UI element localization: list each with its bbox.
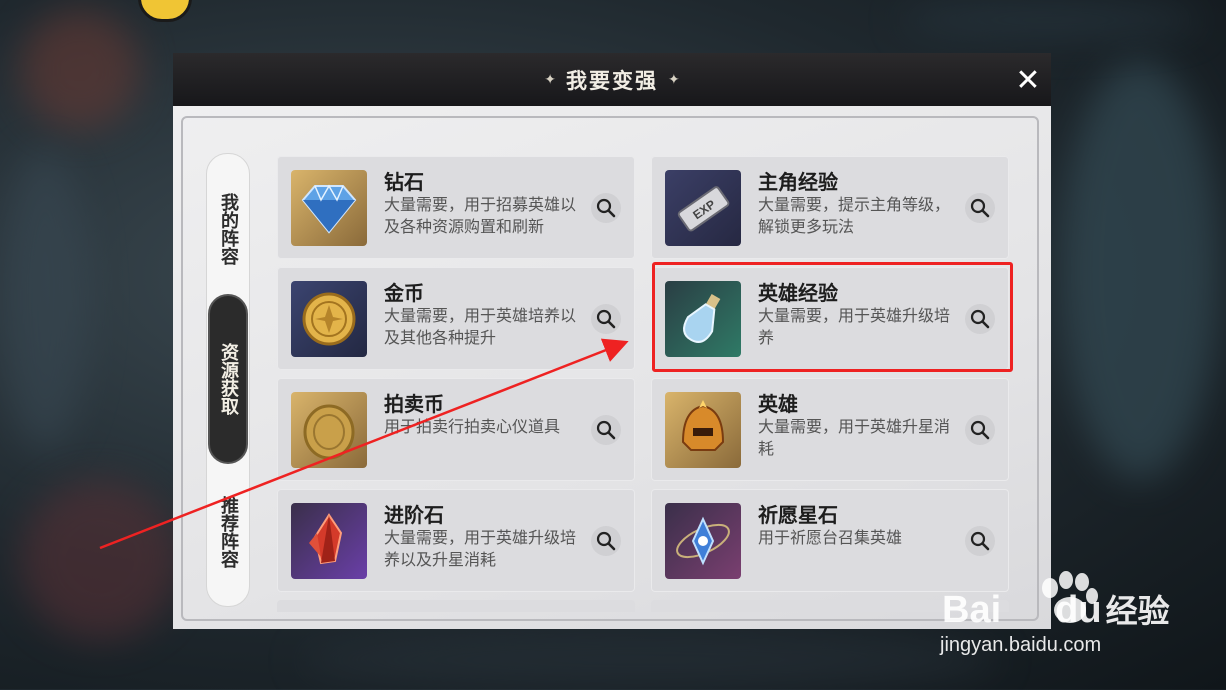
tab-resource-acquisition[interactable]: 资源获取	[208, 294, 248, 464]
dialog-title-bar: ✦ 我要变强 ✦ ✕	[173, 53, 1051, 106]
card-title: 拍卖币	[384, 392, 444, 416]
card-description: 大量需要，用于英雄培养以及其他各种提升	[384, 306, 577, 347]
helmet-icon	[665, 392, 741, 468]
magnifier-icon	[970, 531, 990, 551]
watermark-brand: Bai	[942, 589, 1002, 631]
tab-recommended-lineup[interactable]: 推荐阵容	[207, 476, 249, 588]
dialog-title: 我要变强	[566, 67, 658, 93]
search-button[interactable]	[965, 415, 995, 445]
diamond-icon	[291, 170, 367, 246]
title-star-right-icon: ✦	[668, 71, 680, 88]
card-description: 用于拍卖行拍卖心仪道具	[384, 417, 561, 436]
card-hero[interactable]: 英雄 大量需要，用于英雄升星消耗	[651, 378, 1009, 481]
strengthen-dialog: ✦ 我要变强 ✦ ✕ 我的阵容 资源获取 推荐阵容 钻石 大量需要，用于招募英雄…	[173, 53, 1051, 629]
close-button[interactable]: ✕	[1011, 63, 1045, 98]
card-hero-lead-exp[interactable]: EXP 主角经验 大量需要，提示主角等级，解锁更多玩法	[651, 156, 1009, 259]
list-item-partial	[277, 600, 635, 612]
search-button[interactable]	[591, 193, 621, 223]
card-description: 大量需要，用于英雄升星消耗	[758, 417, 951, 458]
magnifier-icon	[970, 420, 990, 440]
search-button[interactable]	[591, 304, 621, 334]
magnifier-icon	[596, 531, 616, 551]
card-description: 大量需要，用于英雄升级培养	[758, 306, 951, 347]
card-title: 英雄	[758, 392, 798, 416]
watermark-suffix: 经验	[1105, 593, 1170, 629]
card-auction-coin[interactable]: 拍卖币 用于拍卖行拍卖心仪道具	[277, 378, 635, 481]
card-description: 大量需要，用于英雄升级培养以及升星消耗	[384, 528, 577, 569]
tab-my-lineup[interactable]: 我的阵容	[207, 174, 249, 284]
gold-coin-icon	[291, 281, 367, 357]
card-description: 大量需要，提示主角等级，解锁更多玩法	[758, 195, 951, 236]
title-star-left-icon: ✦	[544, 71, 556, 88]
card-hero-exp[interactable]: 英雄经验 大量需要，用于英雄升级培养	[651, 267, 1009, 370]
card-title: 金币	[384, 281, 424, 305]
watermark-brand-du: du	[1055, 589, 1102, 631]
card-title: 英雄经验	[758, 281, 838, 305]
card-gold-coin[interactable]: 金币 大量需要，用于英雄培养以及其他各种提升	[277, 267, 635, 370]
exp-ticket-icon: EXP	[665, 170, 741, 246]
search-button[interactable]	[591, 526, 621, 556]
magnifier-icon	[596, 420, 616, 440]
search-button[interactable]	[965, 193, 995, 223]
wish-star-icon	[665, 503, 741, 579]
red-crystal-icon	[291, 503, 367, 579]
magnifier-icon	[970, 309, 990, 329]
magnifier-icon	[596, 198, 616, 218]
search-button[interactable]	[965, 526, 995, 556]
card-title: 进阶石	[384, 503, 444, 527]
card-advance-stone[interactable]: 进阶石 大量需要，用于英雄升级培养以及升星消耗	[277, 489, 635, 592]
search-button[interactable]	[965, 304, 995, 334]
card-diamond[interactable]: 钻石 大量需要，用于招募英雄以及各种资源购置和刷新	[277, 156, 635, 259]
card-description: 大量需要，用于招募英雄以及各种资源购置和刷新	[384, 195, 577, 236]
potion-bottle-icon	[665, 281, 741, 357]
baidu-watermark: Bai du 经验 jingyan.baidu.com	[940, 560, 1180, 670]
search-button[interactable]	[591, 415, 621, 445]
magnifier-icon	[970, 198, 990, 218]
watermark-url: jingyan.baidu.com	[940, 634, 1102, 656]
card-title: 祈愿星石	[758, 503, 838, 527]
auction-coin-icon	[291, 392, 367, 468]
card-description: 用于祈愿台召集英雄	[758, 528, 903, 547]
magnifier-icon	[596, 309, 616, 329]
card-title: 主角经验	[758, 170, 838, 194]
side-tabs: 我的阵容 资源获取 推荐阵容	[206, 153, 250, 607]
card-title: 钻石	[384, 170, 424, 194]
